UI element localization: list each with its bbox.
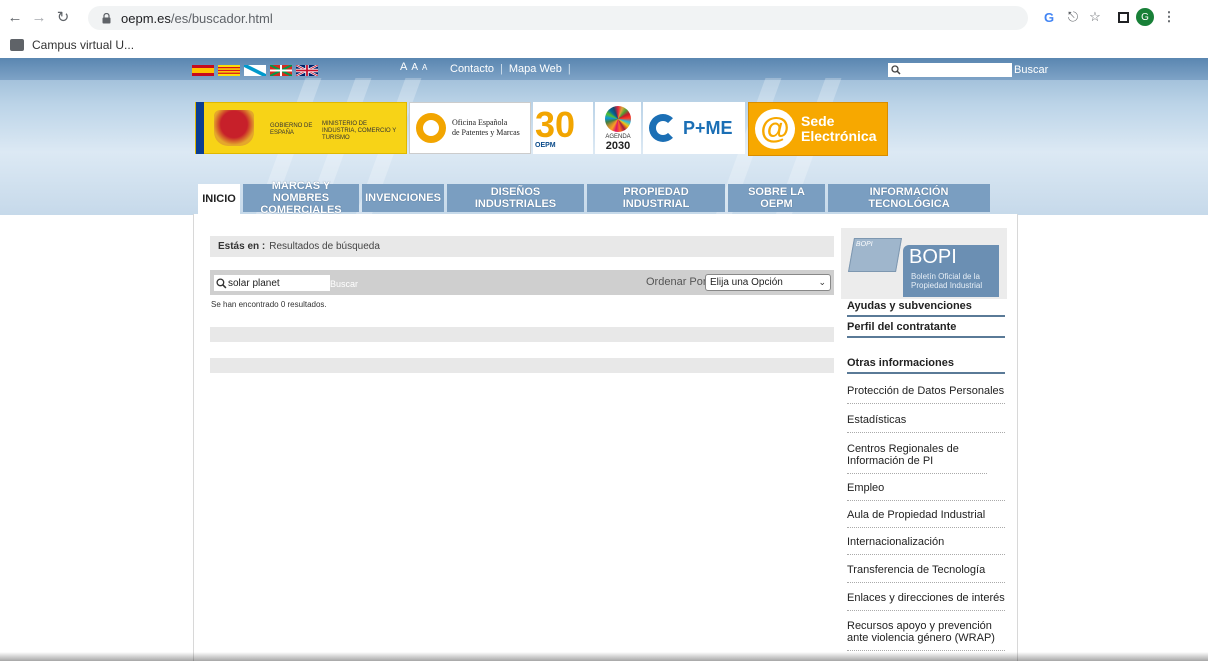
basque-flag-icon[interactable] bbox=[270, 65, 292, 76]
agenda-2030-logo[interactable]: AGENDA 2030 bbox=[595, 102, 641, 154]
pyme-text: P+ME bbox=[683, 117, 733, 138]
font-size-medium[interactable]: A bbox=[411, 62, 418, 73]
pyme-circle-icon bbox=[649, 114, 677, 142]
anniversary-label: OEPM bbox=[535, 142, 556, 149]
tab-invenciones[interactable]: INVENCIONES bbox=[362, 184, 444, 212]
link-separator: | bbox=[567, 63, 571, 75]
results-search-input[interactable]: solar planet bbox=[214, 275, 330, 291]
sidebar-link-wrap[interactable]: Recursos apoyo y prevención ante violenc… bbox=[847, 620, 1005, 651]
tab-informacion-tecnologica[interactable]: INFORMACIÓN TECNOLÓGICA bbox=[828, 184, 990, 212]
url-path: /es/buscador.html bbox=[170, 10, 273, 26]
results-count: Se han encontrado 0 resultados. bbox=[211, 300, 327, 309]
order-by-label: Ordenar Por: bbox=[646, 276, 710, 288]
tab-propiedad-industrial[interactable]: PROPIEDAD INDUSTRIAL bbox=[587, 184, 725, 212]
sede-line1: Sede bbox=[801, 113, 835, 129]
pyme-logo[interactable]: P+ME bbox=[643, 102, 745, 154]
coat-of-arms-icon bbox=[214, 110, 254, 146]
oepm-line1: Oficina Española bbox=[452, 118, 508, 127]
site-search-button[interactable]: Buscar bbox=[1014, 64, 1048, 76]
sidebar-link-empleo[interactable]: Empleo bbox=[847, 482, 1005, 501]
results-divider bbox=[210, 358, 834, 373]
lock-icon bbox=[102, 12, 113, 24]
tab-sobre-oepm[interactable]: SOBRE LA OEPM bbox=[728, 184, 825, 212]
browser-toolbar: ← → ↻ oepm.es/es/buscador.html G ⎋ ☆ G ⋮ bbox=[0, 0, 1208, 34]
tab-disenos[interactable]: DISEÑOS INDUSTRIALES bbox=[447, 184, 584, 212]
eu-flag-icon bbox=[196, 102, 204, 154]
main-nav: INICIO MARCAS Y NOMBRES COMERCIALES INVE… bbox=[198, 180, 993, 216]
catalan-flag-icon[interactable] bbox=[218, 65, 240, 76]
anniversary-number: 30 bbox=[535, 104, 576, 145]
search-icon bbox=[891, 65, 901, 75]
galician-flag-icon[interactable] bbox=[244, 65, 266, 76]
contacto-link[interactable]: Contacto bbox=[450, 63, 494, 75]
gobierno-text: GOBIERNO DE ESPAÑA bbox=[270, 123, 313, 136]
order-by-select[interactable]: Elija una Opción ⌄ bbox=[705, 274, 831, 291]
sede-electronica-logo[interactable]: @ Sede Electrónica bbox=[748, 102, 888, 156]
mapa-web-link[interactable]: Mapa Web bbox=[509, 63, 562, 75]
url-host: oepm.es bbox=[121, 10, 171, 26]
spain-flag-icon[interactable] bbox=[192, 65, 214, 76]
bopi-book-label: BOPI bbox=[855, 241, 874, 248]
reload-icon[interactable]: ↻ bbox=[54, 8, 72, 26]
address-bar[interactable]: oepm.es/es/buscador.html bbox=[88, 6, 1028, 30]
tab-inicio[interactable]: INICIO bbox=[198, 184, 240, 214]
share-icon[interactable]: ⎋ bbox=[1064, 8, 1082, 26]
sidebar-heading-otras: Otras informaciones bbox=[847, 357, 1005, 374]
header-top-strip: AAA Contacto | Mapa Web | Buscar bbox=[0, 58, 1208, 80]
sidebar-link-enlaces[interactable]: Enlaces y direcciones de interés bbox=[847, 592, 1005, 611]
ministerio-text: MINISTERIO DE INDUSTRIA, COMERCIO Y TURI… bbox=[322, 121, 397, 141]
oepm-circle-icon bbox=[416, 113, 446, 143]
font-size-small[interactable]: A bbox=[422, 63, 427, 72]
forward-arrow-icon[interactable]: → bbox=[30, 8, 48, 26]
sidebar-link-aula[interactable]: Aula de Propiedad Industrial bbox=[847, 509, 1005, 528]
anniversary-logo[interactable]: 30 OEPM bbox=[533, 102, 593, 154]
bookmark-campus-virtual[interactable]: Campus virtual U... bbox=[32, 38, 134, 52]
at-sign-icon: @ bbox=[755, 109, 795, 149]
sidebar-link-internacionalizacion[interactable]: Internacionalización bbox=[847, 536, 1005, 555]
uk-flag-icon[interactable] bbox=[296, 65, 318, 76]
logo-row: GOBIERNO DE ESPAÑA MINISTERIO DE INDUSTR… bbox=[195, 102, 895, 156]
results-divider bbox=[210, 327, 834, 342]
order-by-value: Elija una Opción bbox=[710, 277, 783, 288]
sidebar-link-proteccion-datos[interactable]: Protección de Datos Personales bbox=[847, 385, 1005, 404]
bopi-book-icon: BOPI bbox=[848, 238, 902, 272]
sdg-wheel-icon bbox=[605, 106, 631, 132]
breadcrumb-current: Resultados de búsqueda bbox=[269, 241, 380, 252]
sidebar-link-transferencia[interactable]: Transferencia de Tecnología bbox=[847, 564, 1005, 583]
oepm-logo[interactable]: Oficina Española de Patentes y Marcas bbox=[409, 102, 531, 154]
link-separator: | bbox=[500, 63, 503, 75]
site-search-input[interactable] bbox=[888, 63, 1012, 77]
window-bottom-edge bbox=[0, 652, 1208, 661]
results-search-value: solar planet bbox=[228, 277, 280, 289]
results-search-button[interactable]: Buscar bbox=[330, 279, 358, 289]
font-size-controls: AAA bbox=[400, 61, 431, 73]
tab-marcas[interactable]: MARCAS Y NOMBRES COMERCIALES bbox=[243, 180, 359, 216]
bookmark-favicon-icon bbox=[10, 39, 24, 51]
breadcrumb-label: Estás en : bbox=[218, 241, 266, 252]
sidebar-link-centros-regionales[interactable]: Centros Regionales de Información de PI bbox=[847, 443, 987, 474]
bopi-title: BOPI bbox=[909, 246, 957, 268]
bopi-banner[interactable]: BOPI BOPI Boletín Oficial de la Propieda… bbox=[841, 228, 1007, 299]
agenda-year: 2030 bbox=[605, 140, 631, 152]
back-arrow-icon[interactable]: ← bbox=[6, 8, 24, 26]
breadcrumb: Estás en : Resultados de búsqueda bbox=[210, 236, 834, 257]
sidebar-heading-ayudas[interactable]: Ayudas y subvenciones bbox=[847, 300, 1005, 317]
sede-line2: Electrónica bbox=[801, 128, 877, 144]
chevron-down-icon: ⌄ bbox=[818, 277, 826, 287]
sidebar-link-estadisticas[interactable]: Estadísticas bbox=[847, 414, 1005, 433]
sidebar-heading-perfil[interactable]: Perfil del contratante bbox=[847, 321, 1005, 338]
header-links: Contacto | Mapa Web | bbox=[450, 63, 577, 75]
gobierno-logo[interactable]: GOBIERNO DE ESPAÑA MINISTERIO DE INDUSTR… bbox=[195, 102, 407, 154]
google-translate-icon[interactable]: G bbox=[1040, 8, 1058, 26]
results-search-bar: solar planet Buscar Ordenar Por: Elija u… bbox=[210, 270, 834, 295]
bookmarks-bar: Campus virtual U... bbox=[0, 34, 1208, 56]
menu-kebab-icon[interactable]: ⋮ bbox=[1160, 8, 1178, 26]
profile-avatar[interactable]: G bbox=[1136, 8, 1154, 26]
bookmark-star-icon[interactable]: ☆ bbox=[1086, 8, 1104, 26]
bopi-subtitle: Boletín Oficial de la Propiedad Industri… bbox=[911, 272, 983, 290]
search-icon bbox=[216, 277, 228, 289]
font-size-large[interactable]: A bbox=[400, 61, 407, 73]
oepm-line2: de Patentes y Marcas bbox=[452, 128, 520, 137]
side-panel-icon[interactable] bbox=[1114, 8, 1132, 26]
